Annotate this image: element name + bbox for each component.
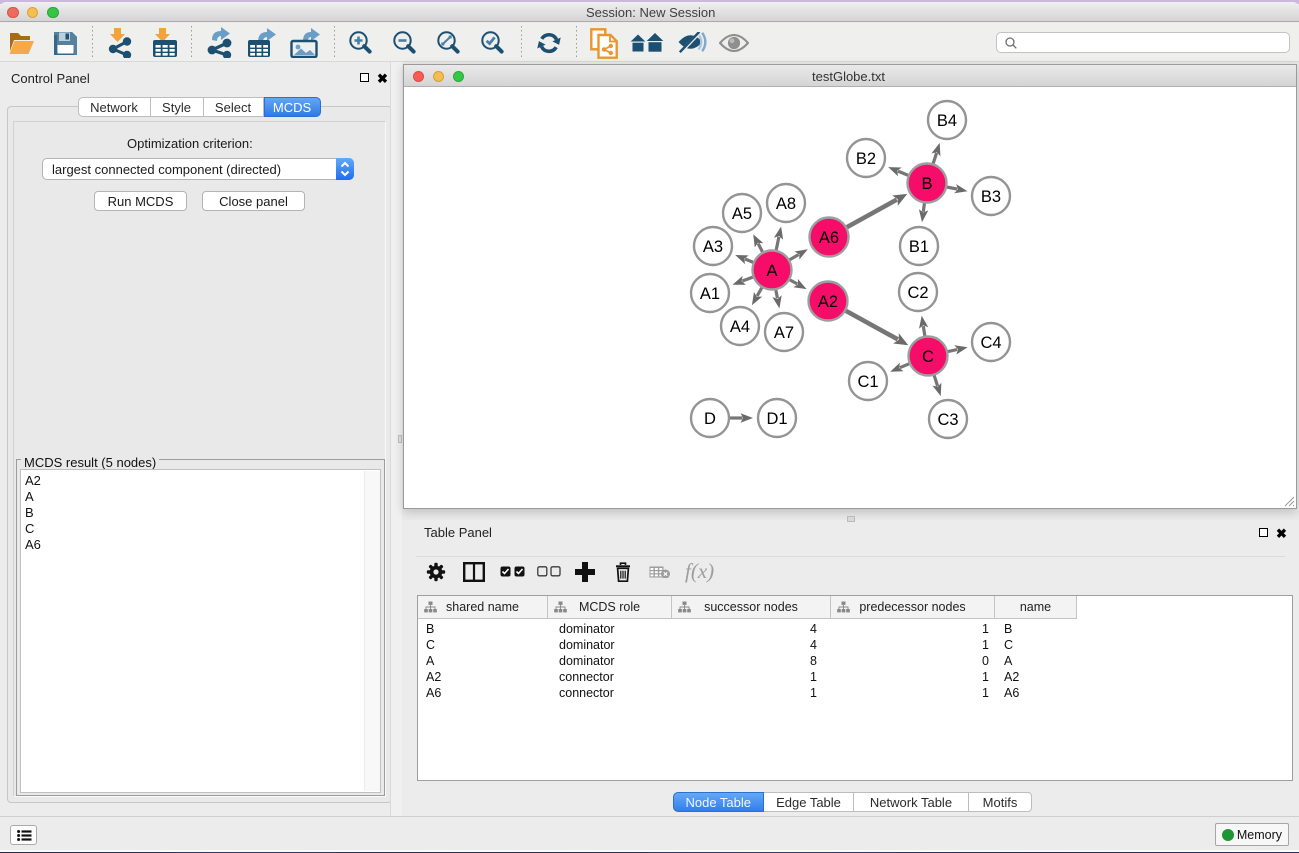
svg-text:B: B <box>921 175 932 193</box>
svg-text:A7: A7 <box>774 324 794 342</box>
svg-text:A4: A4 <box>730 318 750 336</box>
svg-text:C3: C3 <box>937 411 958 429</box>
svg-text:C1: C1 <box>857 373 878 391</box>
svg-text:C: C <box>922 348 934 366</box>
svg-text:A6: A6 <box>819 229 839 247</box>
svg-text:B3: B3 <box>981 188 1001 206</box>
svg-text:C2: C2 <box>907 284 928 302</box>
svg-text:D: D <box>704 410 716 428</box>
svg-text:A1: A1 <box>700 285 720 303</box>
svg-text:A2: A2 <box>818 293 838 311</box>
svg-text:A3: A3 <box>703 238 723 256</box>
svg-text:B4: B4 <box>937 112 957 130</box>
svg-text:B2: B2 <box>856 150 876 168</box>
svg-text:B1: B1 <box>909 238 929 256</box>
svg-text:C4: C4 <box>980 334 1001 352</box>
svg-text:A: A <box>766 262 777 280</box>
svg-text:A8: A8 <box>776 195 796 213</box>
svg-text:D1: D1 <box>766 410 787 428</box>
svg-text:A5: A5 <box>732 205 752 223</box>
